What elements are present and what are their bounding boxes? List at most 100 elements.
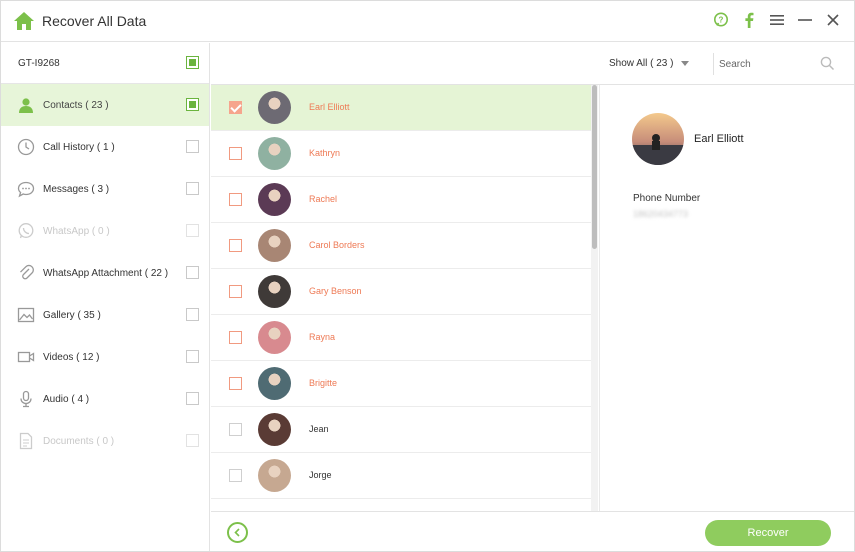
paperclip-icon bbox=[20, 264, 34, 280]
contact-name: Jorge bbox=[309, 470, 332, 480]
toolbar-divider bbox=[713, 53, 714, 75]
sidebar-item-checkbox[interactable] bbox=[186, 182, 199, 195]
video-icon bbox=[17, 351, 35, 363]
contact-detail-panel: Earl Elliott Phone Number 18620434773 bbox=[599, 85, 854, 511]
sidebar-item[interactable]: Messages ( 3 ) bbox=[1, 168, 209, 210]
sidebar-item[interactable]: Videos ( 12 ) bbox=[1, 336, 209, 378]
menu-icon[interactable] bbox=[768, 11, 786, 29]
contact-avatar bbox=[258, 321, 291, 354]
contact-avatar bbox=[258, 275, 291, 308]
contact-row[interactable]: Kathryn bbox=[211, 131, 591, 177]
contact-name: Rayna bbox=[309, 332, 336, 342]
contact-name: Kathryn bbox=[309, 148, 341, 158]
contact-checkbox[interactable] bbox=[229, 331, 242, 344]
sidebar-item-checkbox bbox=[186, 224, 199, 237]
contact-list: Earl Elliott Kathryn Rachel Carol Borders Ga… bbox=[211, 85, 591, 507]
phone-number-label: Phone Number bbox=[633, 193, 701, 204]
contact-row[interactable]: Earl Elliott bbox=[211, 85, 591, 131]
chevron-down-icon bbox=[681, 60, 690, 66]
sidebar-item: WhatsApp ( 0 ) bbox=[1, 210, 209, 252]
contact-name: Carol Borders bbox=[309, 240, 365, 250]
detail-name: Earl Elliott bbox=[694, 133, 744, 145]
contact-avatar bbox=[258, 137, 291, 170]
sidebar-item-label: Call History ( 1 ) bbox=[43, 141, 115, 153]
contact-row[interactable]: Jorge bbox=[211, 453, 591, 499]
svg-text:?: ? bbox=[719, 16, 724, 25]
app-window: Recover All Data ? GT-I9268 Contacts ( 2… bbox=[0, 0, 855, 552]
contact-checkbox[interactable] bbox=[229, 193, 242, 206]
contact-row[interactable]: Rachel bbox=[211, 177, 591, 223]
device-row[interactable]: GT-I9268 bbox=[1, 43, 209, 84]
sidebar-item-checkbox[interactable] bbox=[186, 392, 199, 405]
contact-checkbox[interactable] bbox=[229, 101, 242, 114]
sidebar-item-checkbox bbox=[186, 434, 199, 447]
image-icon bbox=[17, 307, 35, 323]
sidebar-item: Documents ( 0 ) bbox=[1, 420, 209, 462]
contact-avatar bbox=[258, 229, 291, 262]
device-name: GT-I9268 bbox=[18, 57, 60, 69]
contact-row[interactable]: Rayna bbox=[211, 315, 591, 361]
sidebar-item-label: Documents ( 0 ) bbox=[43, 435, 115, 447]
device-checkbox[interactable] bbox=[186, 56, 199, 69]
list-scrollbar[interactable] bbox=[591, 85, 598, 511]
show-all-dropdown[interactable]: Show All ( 23 ) bbox=[609, 58, 690, 69]
sidebar-item-checkbox[interactable] bbox=[186, 266, 199, 279]
contact-row[interactable]: Jean bbox=[211, 407, 591, 453]
facebook-icon[interactable] bbox=[740, 11, 758, 29]
contact-name: Earl Elliott bbox=[309, 102, 350, 112]
scrollbar-thumb[interactable] bbox=[592, 85, 597, 249]
contact-avatar bbox=[258, 459, 291, 492]
sidebar-item[interactable]: Gallery ( 35 ) bbox=[1, 294, 209, 336]
window-controls: ? bbox=[712, 11, 842, 29]
sidebar-item-label: WhatsApp Attachment ( 22 ) bbox=[43, 267, 169, 279]
contact-avatar bbox=[258, 91, 291, 124]
back-button[interactable] bbox=[227, 522, 248, 543]
contact-avatar bbox=[258, 367, 291, 400]
contact-checkbox[interactable] bbox=[229, 147, 242, 160]
home-icon[interactable] bbox=[13, 10, 35, 32]
document-icon bbox=[19, 432, 33, 450]
sidebar-item[interactable]: Call History ( 1 ) bbox=[1, 126, 209, 168]
microphone-icon bbox=[20, 390, 32, 408]
contact-checkbox[interactable] bbox=[229, 239, 242, 252]
sidebar-item-label: Videos ( 12 ) bbox=[43, 351, 100, 363]
list-toolbar: Show All ( 23 ) bbox=[211, 43, 854, 85]
clock-icon bbox=[17, 138, 35, 156]
contact-row[interactable]: Gary Benson bbox=[211, 269, 591, 315]
sidebar-item-label: Audio ( 4 ) bbox=[43, 393, 90, 405]
contact-checkbox[interactable] bbox=[229, 377, 242, 390]
show-all-label: Show All ( 23 ) bbox=[609, 58, 674, 69]
minimize-icon[interactable] bbox=[796, 11, 814, 29]
app-title: Recover All Data bbox=[42, 13, 147, 29]
help-icon[interactable]: ? bbox=[712, 11, 730, 29]
search-icon[interactable] bbox=[820, 56, 835, 71]
sidebar-item-checkbox[interactable] bbox=[186, 98, 199, 111]
contact-name: Gary Benson bbox=[309, 286, 362, 296]
close-icon[interactable] bbox=[824, 11, 842, 29]
contact-avatar bbox=[258, 183, 291, 216]
contact-row[interactable]: Brigitte bbox=[211, 361, 591, 407]
contact-checkbox[interactable] bbox=[229, 469, 242, 482]
contact-name: Rachel bbox=[309, 194, 338, 204]
category-sidebar: GT-I9268 Contacts ( 23 ) Call History ( 1… bbox=[1, 43, 210, 551]
whatsapp-icon bbox=[18, 223, 34, 239]
sidebar-item-checkbox[interactable] bbox=[186, 308, 199, 321]
sidebar-item-checkbox[interactable] bbox=[186, 140, 199, 153]
contact-avatar bbox=[258, 413, 291, 446]
chevron-left-icon bbox=[234, 528, 240, 537]
contact-checkbox[interactable] bbox=[229, 423, 242, 436]
contact-icon bbox=[19, 98, 33, 113]
sidebar-item-label: Contacts ( 23 ) bbox=[43, 99, 109, 111]
contact-checkbox[interactable] bbox=[229, 285, 242, 298]
sidebar-item-checkbox[interactable] bbox=[186, 350, 199, 363]
contact-name: Jean bbox=[309, 424, 329, 434]
bottom-bar: Recover bbox=[211, 511, 854, 551]
sidebar-item[interactable]: Contacts ( 23 ) bbox=[1, 84, 209, 126]
message-icon bbox=[17, 181, 35, 198]
contact-row[interactable]: Carol Borders bbox=[211, 223, 591, 269]
sidebar-item[interactable]: Audio ( 4 ) bbox=[1, 378, 209, 420]
recover-button[interactable]: Recover bbox=[705, 520, 831, 546]
sidebar-item-label: Messages ( 3 ) bbox=[43, 183, 110, 195]
title-bar: Recover All Data ? bbox=[1, 1, 854, 42]
sidebar-item[interactable]: WhatsApp Attachment ( 22 ) bbox=[1, 252, 209, 294]
